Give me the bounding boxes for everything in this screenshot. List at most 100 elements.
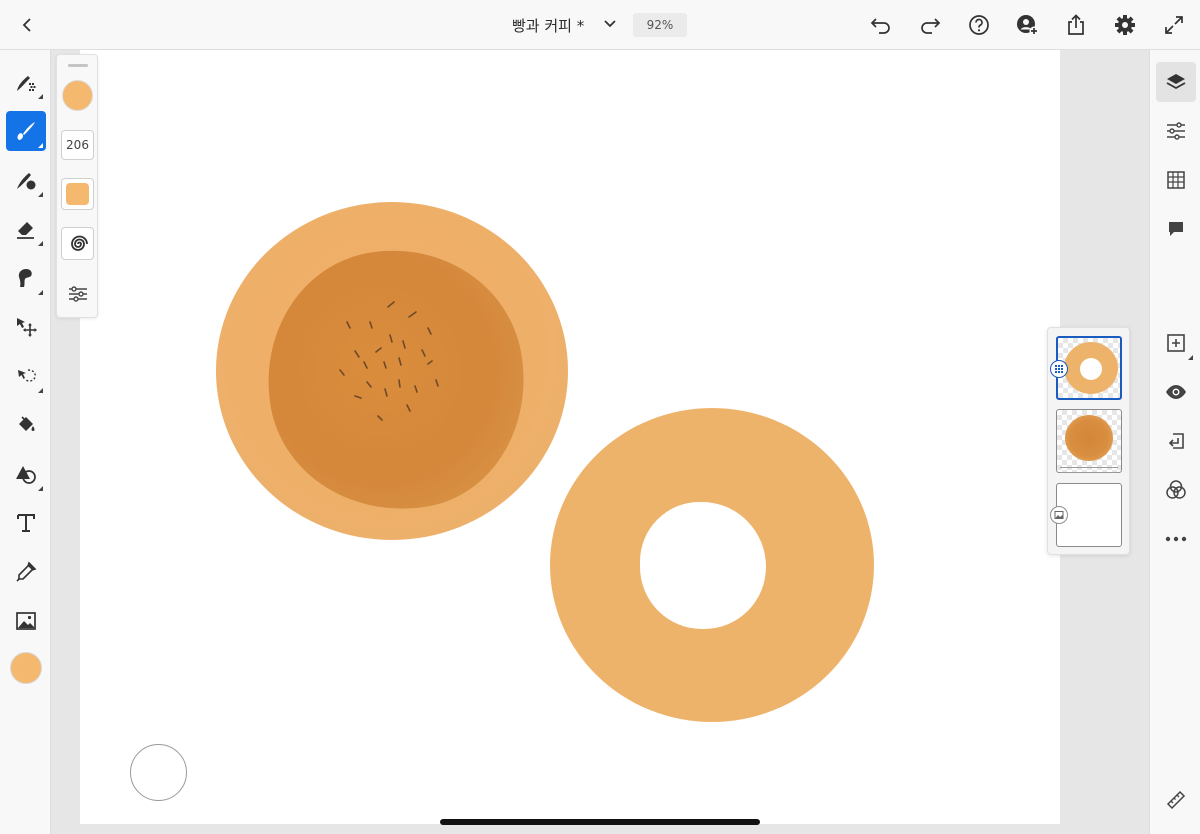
brush-tip-preview xyxy=(66,183,89,205)
eraser-tool[interactable] xyxy=(6,209,46,249)
image-icon xyxy=(1054,511,1064,519)
mixer-brush-tool[interactable] xyxy=(6,160,46,200)
document-menu-button[interactable] xyxy=(600,14,620,34)
undo-icon xyxy=(870,18,890,34)
fullscreen-icon xyxy=(1165,16,1183,34)
grid-icon xyxy=(1167,171,1185,189)
mixer-brush-icon xyxy=(17,173,36,190)
chevron-down-icon xyxy=(604,20,616,28)
more-options-button[interactable] xyxy=(1156,519,1196,559)
ruler-button[interactable] xyxy=(1156,780,1196,820)
settings-icon xyxy=(1115,15,1135,35)
blend-mode-icon xyxy=(1166,480,1186,499)
eraser-icon xyxy=(17,222,34,239)
shape-icon xyxy=(16,466,36,484)
redo-icon xyxy=(921,18,941,34)
brush-settings-button[interactable] xyxy=(61,279,94,309)
smudge-icon xyxy=(17,76,36,91)
image-tool[interactable] xyxy=(6,601,46,641)
settings-button[interactable] xyxy=(1112,12,1138,38)
layers-icon xyxy=(1166,74,1186,90)
tool-options-indicator xyxy=(38,192,43,197)
brush-color-swatch[interactable] xyxy=(62,80,93,111)
spiral-icon xyxy=(70,235,88,251)
grid-button[interactable] xyxy=(1156,160,1196,200)
canvas[interactable] xyxy=(80,50,1060,824)
liquify-tool[interactable] xyxy=(6,258,46,298)
invite-icon xyxy=(1017,15,1039,36)
text-tool[interactable] xyxy=(6,503,46,543)
liquify-icon xyxy=(18,269,32,287)
eye-icon xyxy=(1166,385,1186,399)
paint-brush-icon xyxy=(17,122,35,140)
layer-preview xyxy=(1065,415,1113,461)
tool-options-indicator xyxy=(38,486,43,491)
tool-options-indicator xyxy=(38,241,43,246)
layer-thumbnail-bread[interactable] xyxy=(1056,409,1122,473)
tool-options-indicator xyxy=(38,388,43,393)
fill-tool[interactable] xyxy=(6,405,46,445)
panel-drag-handle[interactable] xyxy=(68,64,88,67)
document-title[interactable]: 빵과 커피 * xyxy=(512,15,584,36)
back-icon xyxy=(22,18,31,32)
eyedropper-tool[interactable] xyxy=(6,552,46,592)
layers-panel xyxy=(1047,327,1130,555)
paint-brush-tool[interactable] xyxy=(6,111,46,151)
layers-button[interactable] xyxy=(1156,62,1196,102)
layer-preview-hole xyxy=(1080,358,1102,380)
more-icon xyxy=(1165,536,1187,542)
adjustments-button[interactable] xyxy=(1156,111,1196,151)
visibility-button[interactable] xyxy=(1156,372,1196,412)
brush-shape-button[interactable] xyxy=(61,227,94,260)
paint-bucket-icon xyxy=(19,416,35,431)
right-toolbar xyxy=(1149,50,1200,834)
move-tool[interactable] xyxy=(6,307,46,347)
home-indicator xyxy=(440,819,760,825)
color-picker-button[interactable] xyxy=(10,652,42,684)
comment-icon xyxy=(1169,222,1183,236)
blend-mode-button[interactable] xyxy=(1156,470,1196,510)
sesame-seeds xyxy=(339,301,439,421)
left-toolbar xyxy=(0,50,51,834)
tool-options-indicator xyxy=(38,94,43,99)
help-button[interactable] xyxy=(966,12,992,38)
sliders-icon xyxy=(68,286,87,302)
brush-size-field[interactable]: 206 xyxy=(61,130,94,160)
adjustments-icon xyxy=(1167,122,1185,140)
image-layer-badge xyxy=(1050,506,1068,524)
invite-button[interactable] xyxy=(1015,12,1041,38)
donut-hole xyxy=(640,502,766,629)
import-icon xyxy=(1168,433,1184,449)
move-icon xyxy=(17,318,37,337)
lasso-select-icon xyxy=(18,369,36,382)
eyedropper-icon xyxy=(16,561,37,582)
add-layer-button[interactable] xyxy=(1156,323,1196,363)
share-button[interactable] xyxy=(1063,12,1089,38)
comments-button[interactable] xyxy=(1156,209,1196,249)
layer-group-line xyxy=(1060,467,1118,468)
tool-options-indicator xyxy=(38,290,43,295)
shape-tool[interactable] xyxy=(6,454,46,494)
add-layer-icon xyxy=(1167,334,1185,352)
import-button[interactable] xyxy=(1156,421,1196,461)
tool-options-indicator xyxy=(38,143,43,148)
back-button[interactable] xyxy=(14,12,40,38)
brush-cursor-preview xyxy=(130,744,187,801)
smudge-tool[interactable] xyxy=(6,62,46,102)
lasso-select-tool[interactable] xyxy=(6,356,46,396)
tool-options-indicator xyxy=(1188,355,1193,360)
zoom-level[interactable]: 92% xyxy=(633,13,687,37)
redo-button[interactable] xyxy=(917,12,943,38)
layer-group-line xyxy=(1060,472,1118,473)
share-icon xyxy=(1068,14,1084,35)
pixel-layer-badge xyxy=(1050,360,1068,378)
text-icon xyxy=(17,514,35,532)
undo-button[interactable] xyxy=(868,12,894,38)
brush-settings-panel: 206 xyxy=(56,54,98,318)
image-icon xyxy=(16,612,36,630)
pixel-grid-icon xyxy=(1055,365,1063,373)
fullscreen-button[interactable] xyxy=(1161,12,1187,38)
help-icon xyxy=(969,15,989,35)
brush-tip-button[interactable] xyxy=(61,178,94,210)
ruler-icon xyxy=(1166,790,1186,810)
